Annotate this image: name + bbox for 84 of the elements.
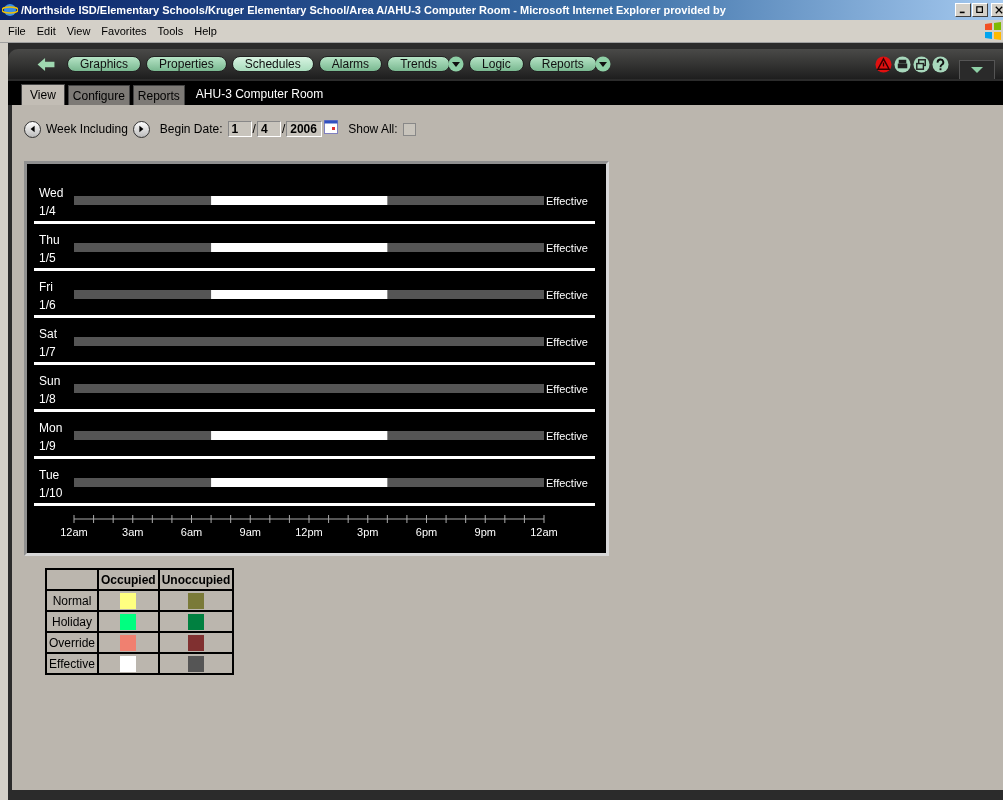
day-label: Fri bbox=[39, 280, 53, 294]
date-label: 1/10 bbox=[39, 486, 63, 500]
minimize-button[interactable] bbox=[955, 3, 971, 17]
day-label: Tue bbox=[39, 468, 60, 482]
axis-tick-label: 12am bbox=[60, 526, 88, 538]
window-title: /Northside ISD/Elementary Schools/Kruger Elementary School/Area A/AHU-3 Computer Room - Microsoft Internet Explorer provided by bbox=[21, 4, 727, 16]
window-icon[interactable] bbox=[913, 55, 930, 73]
day-label: Sat bbox=[39, 327, 57, 341]
axis-tick-label: 6pm bbox=[415, 526, 438, 538]
maximize-icon bbox=[976, 6, 984, 14]
dropdown-tab[interactable] bbox=[959, 59, 995, 79]
status-label: Effective bbox=[546, 383, 588, 395]
help-icon[interactable] bbox=[932, 55, 949, 73]
previous-week-button[interactable] bbox=[24, 120, 41, 138]
axis-tick-label: 6am bbox=[180, 526, 203, 538]
tab[interactable]: Reports bbox=[132, 85, 185, 105]
date-separator: / bbox=[281, 122, 286, 136]
browser-icon bbox=[2, 2, 18, 18]
status-label: Effective bbox=[546, 195, 588, 207]
close-button[interactable] bbox=[991, 3, 1003, 17]
day-label: Thu bbox=[39, 233, 60, 247]
calendar-icon[interactable] bbox=[324, 120, 339, 134]
status-label: Effective bbox=[546, 242, 588, 254]
nav-button[interactable]: Properties bbox=[146, 56, 227, 72]
print-icon[interactable] bbox=[894, 55, 911, 73]
column-header: Unoccupied bbox=[158, 569, 234, 590]
alarm-warning-icon[interactable] bbox=[875, 55, 892, 73]
date-label: 1/9 bbox=[39, 439, 56, 453]
next-week-button[interactable] bbox=[132, 120, 150, 138]
month-field[interactable]: 1 bbox=[227, 121, 252, 137]
row-label: Holiday bbox=[46, 611, 98, 632]
windows-logo-icon bbox=[983, 21, 1003, 41]
right-arrow-icon bbox=[137, 125, 146, 133]
axis-tick-label: 3pm bbox=[357, 526, 379, 538]
page-title: AHU-3 Computer Room bbox=[195, 87, 324, 101]
date-separator: / bbox=[252, 122, 256, 136]
maximize-button[interactable] bbox=[972, 3, 988, 17]
menu-item[interactable]: Tools bbox=[153, 25, 191, 37]
date-label: 1/4 bbox=[39, 204, 56, 218]
menu-item[interactable]: Help bbox=[190, 25, 224, 37]
menu-item[interactable]: View bbox=[62, 25, 98, 37]
tab[interactable]: View bbox=[21, 84, 65, 105]
status-label: Effective bbox=[546, 430, 588, 442]
status-label: Effective bbox=[546, 289, 588, 301]
date-label: 1/6 bbox=[39, 298, 56, 312]
left-arrow-icon bbox=[28, 125, 37, 133]
dropdown-icon bbox=[971, 65, 983, 74]
axis-tick-label: 12pm bbox=[295, 526, 323, 538]
nav-button[interactable]: Reports bbox=[528, 56, 597, 72]
dropdown-icon[interactable] bbox=[448, 56, 465, 72]
date-label: 1/8 bbox=[39, 392, 56, 406]
row-label: Override bbox=[46, 632, 98, 653]
menu-item[interactable]: Edit bbox=[32, 25, 63, 37]
row-label: Effective bbox=[46, 653, 98, 674]
date-label: 1/5 bbox=[39, 251, 56, 265]
close-icon bbox=[995, 6, 1003, 14]
day-label: Mon bbox=[39, 421, 63, 435]
menu-item[interactable]: File bbox=[4, 25, 33, 37]
day-field[interactable]: 4 bbox=[256, 121, 281, 137]
dropdown-icon[interactable] bbox=[594, 56, 611, 72]
axis-tick-label: 9am bbox=[239, 526, 261, 538]
week-label: Week Including bbox=[46, 122, 128, 136]
show-all-label: Show All: bbox=[348, 122, 398, 136]
show-all-checkbox[interactable] bbox=[402, 122, 416, 136]
axis-tick-label: 9pm bbox=[474, 526, 496, 538]
column-header: Occupied bbox=[98, 569, 159, 590]
status-label: Effective bbox=[546, 336, 588, 348]
day-label: Wed bbox=[39, 186, 64, 200]
axis-tick-label: 12am bbox=[530, 526, 558, 538]
row-label: Normal bbox=[46, 590, 98, 611]
tab[interactable]: Configure bbox=[67, 85, 130, 105]
day-label: Sun bbox=[39, 374, 61, 388]
nav-button[interactable]: Graphics bbox=[67, 56, 142, 72]
status-label: Effective bbox=[546, 477, 588, 489]
nav-button[interactable]: Schedules bbox=[231, 56, 314, 72]
nav-button[interactable]: Trends bbox=[387, 56, 451, 72]
date-label: 1/7 bbox=[39, 345, 56, 359]
axis-tick-label: 3am bbox=[122, 526, 144, 538]
begin-date-label: Begin Date: bbox=[159, 122, 223, 136]
year-field[interactable]: 2006 bbox=[286, 121, 323, 137]
nav-button[interactable]: Logic bbox=[469, 56, 524, 72]
menu-item[interactable]: Favorites bbox=[97, 25, 154, 37]
nav-button[interactable]: Alarms bbox=[318, 56, 383, 72]
back-arrow-icon[interactable] bbox=[36, 56, 56, 72]
